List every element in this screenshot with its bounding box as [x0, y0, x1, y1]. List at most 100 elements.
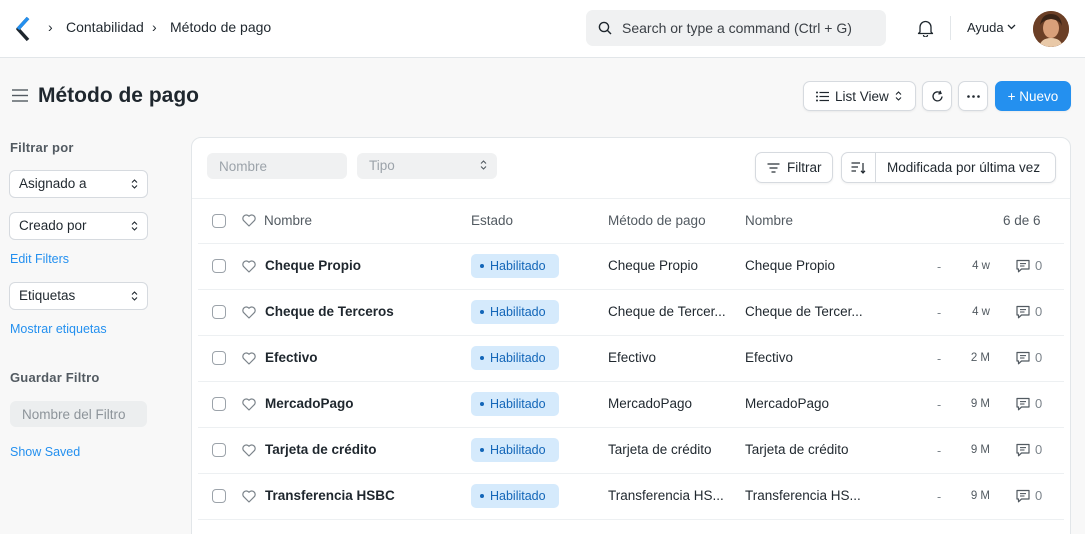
- help-dropdown[interactable]: Ayuda: [967, 20, 1004, 35]
- show-tags-link[interactable]: Mostrar etiquetas: [10, 322, 107, 336]
- row-title-link[interactable]: Tarjeta de crédito: [265, 442, 377, 457]
- select-all-checkbox[interactable]: [212, 214, 226, 228]
- list-icon: [816, 91, 829, 101]
- column-header-name[interactable]: Nombre: [264, 213, 312, 228]
- name-cell: Transferencia HS...: [745, 488, 861, 503]
- name-cell: Cheque de Tercer...: [745, 304, 863, 319]
- list-view-label: List View: [835, 88, 889, 104]
- save-filter-label: Guardar Filtro: [10, 370, 100, 385]
- select-arrows-icon: [131, 291, 138, 301]
- sort-icon: [851, 161, 866, 174]
- heart-icon[interactable]: [242, 444, 256, 457]
- breadcrumb-contabilidad[interactable]: Contabilidad: [66, 19, 144, 35]
- filter-button-label: Filtrar: [787, 160, 822, 175]
- payment-method-cell: Transferencia HS...: [608, 488, 724, 503]
- show-saved-link[interactable]: Show Saved: [10, 445, 80, 459]
- name-cell: Cheque Propio: [745, 258, 836, 273]
- select-arrows-icon: [895, 91, 902, 101]
- row-checkbox[interactable]: [212, 305, 226, 319]
- search-bar[interactable]: [586, 10, 886, 46]
- heart-icon[interactable]: [242, 214, 256, 227]
- status-badge[interactable]: Habilitado: [471, 392, 559, 416]
- row-title-link[interactable]: Efectivo: [265, 350, 318, 365]
- page-title: Método de pago: [38, 84, 199, 107]
- column-header-status[interactable]: Estado: [471, 213, 513, 228]
- status-label: Habilitado: [490, 443, 546, 457]
- bell-icon[interactable]: [917, 19, 934, 37]
- sort-control: Modificada por última vez: [841, 152, 1056, 183]
- modified-time: 4 w: [972, 260, 990, 272]
- status-label: Habilitado: [490, 305, 546, 319]
- assigned-placeholder: -: [937, 444, 942, 458]
- heart-icon[interactable]: [242, 352, 256, 365]
- refresh-button[interactable]: [922, 81, 952, 111]
- heart-icon[interactable]: [242, 260, 256, 273]
- status-badge[interactable]: Habilitado: [471, 300, 559, 324]
- chevron-right-icon: ›: [48, 19, 53, 35]
- comment-icon[interactable]: [1016, 489, 1030, 503]
- filter-by-label: Filtrar por: [10, 140, 74, 155]
- sort-direction-button[interactable]: [842, 153, 876, 182]
- row-divider: [198, 381, 1064, 382]
- row-divider: [198, 243, 1064, 244]
- column-header-name2[interactable]: Nombre: [745, 213, 793, 228]
- heart-icon[interactable]: [242, 490, 256, 503]
- name-filter-input[interactable]: [207, 153, 347, 179]
- user-avatar[interactable]: [1033, 11, 1069, 47]
- type-filter-label: Tipo: [369, 158, 395, 173]
- comment-count: 0: [1035, 258, 1043, 273]
- app-logo-icon[interactable]: [14, 16, 34, 42]
- new-button[interactable]: + Nuevo: [995, 81, 1071, 111]
- select-arrows-icon: [131, 179, 138, 189]
- payment-method-cell: Tarjeta de crédito: [608, 442, 712, 457]
- chevron-down-icon[interactable]: [1007, 24, 1016, 30]
- row-checkbox[interactable]: [212, 489, 226, 503]
- type-filter-select[interactable]: Tipo: [357, 153, 497, 179]
- row-title-link[interactable]: MercadoPago: [265, 396, 354, 411]
- comment-icon[interactable]: [1016, 397, 1030, 411]
- assigned-to-select[interactable]: Asignado a: [9, 170, 148, 198]
- filter-button[interactable]: Filtrar: [755, 152, 833, 183]
- assigned-placeholder: -: [937, 352, 942, 366]
- list-view-button[interactable]: List View: [803, 81, 916, 111]
- divider: [192, 198, 1070, 199]
- row-checkbox[interactable]: [212, 351, 226, 365]
- name-cell: MercadoPago: [745, 396, 830, 411]
- status-badge[interactable]: Habilitado: [471, 438, 559, 462]
- row-checkbox[interactable]: [212, 397, 226, 411]
- assigned-to-label: Asignado a: [19, 176, 87, 191]
- row-checkbox[interactable]: [212, 259, 226, 273]
- row-divider: [198, 519, 1064, 520]
- column-header-payment-method[interactable]: Método de pago: [608, 213, 706, 228]
- sidebar-toggle-icon[interactable]: [12, 89, 28, 102]
- comment-icon[interactable]: [1016, 259, 1030, 273]
- heart-icon[interactable]: [242, 398, 256, 411]
- row-title-link[interactable]: Transferencia HSBC: [265, 488, 395, 503]
- comment-icon[interactable]: [1016, 305, 1030, 319]
- created-by-select[interactable]: Creado por: [9, 212, 148, 240]
- row-title-link[interactable]: Cheque de Terceros: [265, 304, 394, 319]
- sort-by-button[interactable]: Modificada por última vez: [887, 160, 1040, 175]
- search-input[interactable]: [622, 10, 880, 46]
- status-dot: [480, 355, 484, 360]
- breadcrumb-metodo-de-pago[interactable]: Método de pago: [170, 19, 271, 35]
- top-navbar: › Contabilidad › Método de pago Ayuda: [0, 0, 1085, 58]
- comment-count: 0: [1035, 488, 1043, 503]
- more-actions-button[interactable]: [958, 81, 988, 111]
- status-badge[interactable]: Habilitado: [471, 254, 559, 278]
- row-divider: [198, 335, 1064, 336]
- comment-icon[interactable]: [1016, 443, 1030, 457]
- row-checkbox[interactable]: [212, 443, 226, 457]
- comment-icon[interactable]: [1016, 351, 1030, 365]
- assigned-placeholder: -: [937, 306, 942, 320]
- tags-select[interactable]: Etiquetas: [9, 282, 148, 310]
- assigned-placeholder: -: [937, 490, 942, 504]
- select-arrows-icon: [131, 221, 138, 231]
- comment-count: 0: [1035, 396, 1043, 411]
- status-badge[interactable]: Habilitado: [471, 346, 559, 370]
- row-title-link[interactable]: Cheque Propio: [265, 258, 361, 273]
- heart-icon[interactable]: [242, 306, 256, 319]
- filter-name-input[interactable]: [10, 401, 147, 427]
- status-badge[interactable]: Habilitado: [471, 484, 559, 508]
- edit-filters-link[interactable]: Edit Filters: [10, 252, 69, 266]
